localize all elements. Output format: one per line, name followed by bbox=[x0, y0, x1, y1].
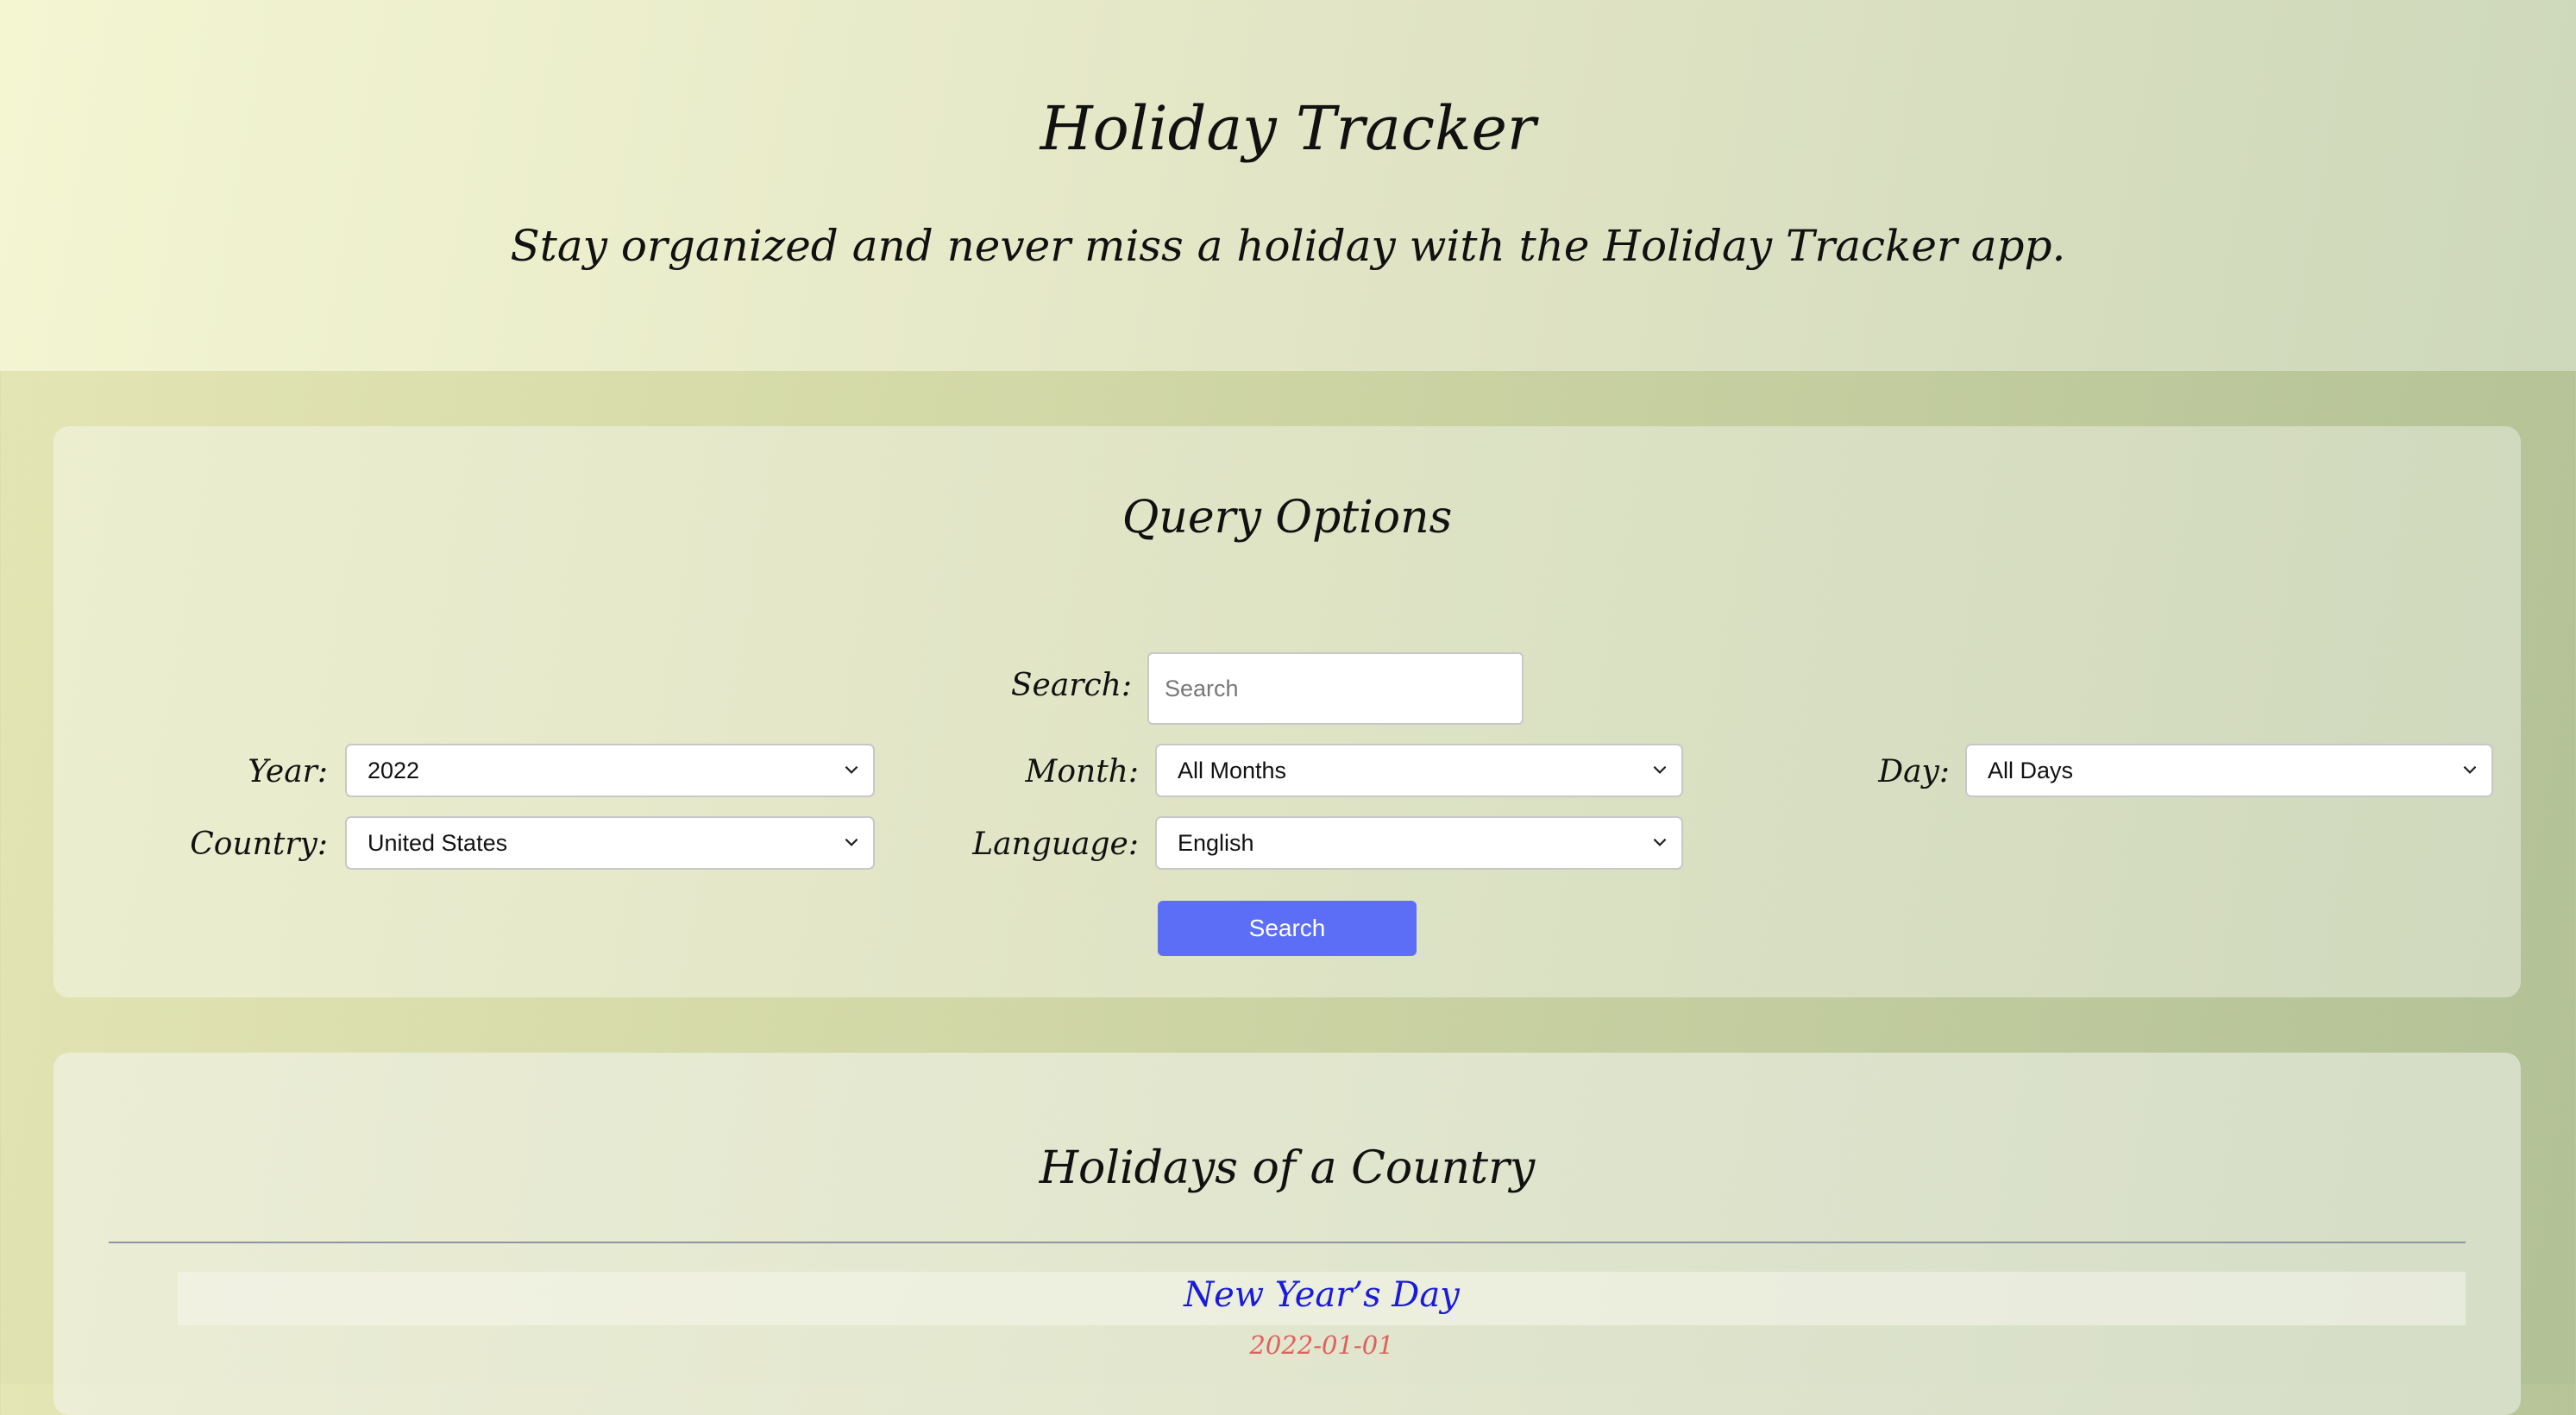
year-label: Year: bbox=[248, 754, 328, 789]
month-label: Month: bbox=[1025, 754, 1139, 789]
day-select-value: All Days bbox=[1988, 757, 2074, 783]
country-select-value: United States bbox=[368, 829, 508, 856]
holidays-panel: Holidays of a Country bbox=[53, 1053, 2521, 1415]
month-select-value: All Months bbox=[1178, 757, 1287, 783]
country-select[interactable]: United States bbox=[345, 816, 875, 870]
search-label: Search: bbox=[1010, 668, 1132, 703]
chevron-down-icon bbox=[1653, 765, 1667, 774]
year-select-value: 2022 bbox=[368, 757, 420, 783]
search-button[interactable]: Search bbox=[1158, 901, 1417, 956]
search-input[interactable]: Search bbox=[1147, 652, 1524, 725]
language-select-value: English bbox=[1178, 829, 1254, 856]
holidays-title: Holidays of a Country bbox=[1039, 1142, 1536, 1194]
day-label: Day: bbox=[1878, 754, 1950, 789]
language-select[interactable]: English bbox=[1155, 816, 1683, 870]
chevron-down-icon bbox=[2463, 765, 2477, 774]
app-subtitle: Stay organized and never miss a holiday … bbox=[510, 221, 2066, 271]
year-select[interactable]: 2022 bbox=[345, 744, 875, 797]
holiday-name[interactable]: New Year’s Day bbox=[1149, 1275, 1494, 1315]
holiday-date: 2022-01-01 bbox=[1249, 1330, 1394, 1360]
chevron-down-icon bbox=[1653, 838, 1667, 846]
divider bbox=[109, 1242, 2466, 1243]
query-options-title: Query Options bbox=[1122, 492, 1453, 544]
month-select[interactable]: All Months bbox=[1155, 744, 1683, 797]
chevron-down-icon bbox=[845, 838, 858, 846]
search-placeholder: Search bbox=[1165, 675, 1239, 701]
day-select[interactable]: All Days bbox=[1965, 744, 2493, 797]
chevron-down-icon bbox=[845, 765, 858, 774]
app-title: Holiday Tracker bbox=[1040, 93, 1536, 164]
country-label: Country: bbox=[190, 827, 328, 862]
page-header: Holiday Tracker Stay organized and never… bbox=[0, 0, 2576, 371]
language-label: Language: bbox=[972, 827, 1139, 862]
